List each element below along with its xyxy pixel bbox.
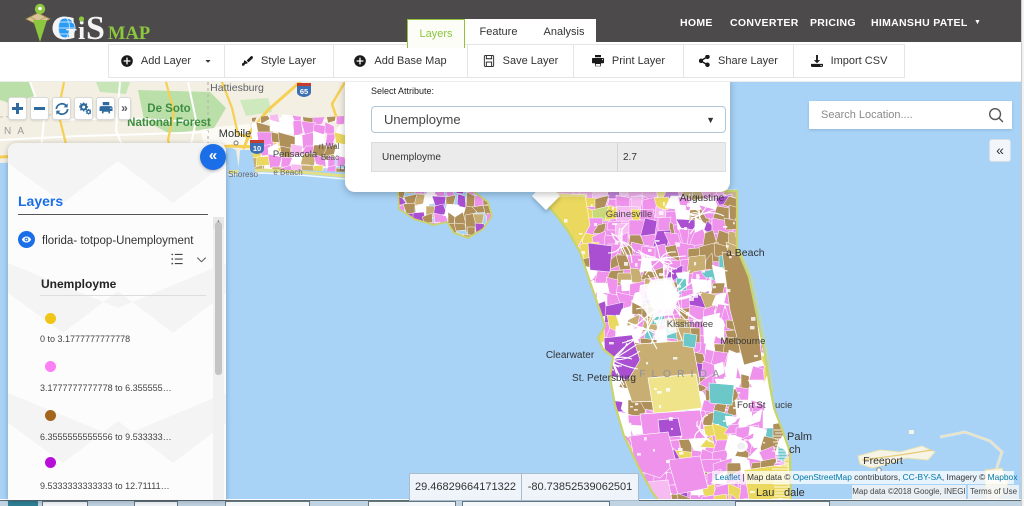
- svg-text:a Beach: a Beach: [726, 247, 765, 259]
- svg-text:Hattiesburg: Hattiesburg: [210, 82, 264, 94]
- svg-text:e Beach: e Beach: [273, 168, 302, 177]
- svg-text:De Soto: De Soto: [147, 103, 190, 115]
- svg-text:Mobile: Mobile: [219, 128, 251, 140]
- svg-text:National Forest: National Forest: [127, 117, 211, 129]
- svg-text:Melbourne: Melbourne: [721, 336, 766, 347]
- svg-text:Palm: Palm: [787, 431, 812, 443]
- svg-text:Shoreso: Shoreso: [228, 170, 258, 179]
- svg-text:Gainesville: Gainesville: [606, 209, 652, 220]
- svg-text:F L O R I D A: F L O R I D A: [639, 368, 721, 380]
- svg-text:Freeport: Freeport: [863, 455, 903, 467]
- svg-text:Lau: Lau: [756, 487, 774, 499]
- svg-text:rt Wal: rt Wal: [319, 142, 340, 151]
- svg-text:St. Petersburg: St. Petersburg: [572, 373, 636, 384]
- svg-text:Pensacola: Pensacola: [273, 149, 318, 160]
- svg-text:Fort St: Fort St: [737, 400, 766, 411]
- svg-text:ch: ch: [789, 444, 801, 456]
- svg-text:ucie: ucie: [775, 400, 792, 411]
- svg-text:Clearwater: Clearwater: [546, 350, 595, 361]
- svg-text:Kissimmee: Kissimmee: [667, 319, 713, 330]
- svg-text:10: 10: [253, 144, 261, 153]
- svg-text:65: 65: [300, 87, 308, 96]
- svg-text:Beac: Beac: [321, 153, 339, 162]
- svg-text:Augustine: Augustine: [680, 193, 725, 204]
- svg-text:N A: N A: [4, 126, 26, 137]
- svg-text:dale: dale: [784, 487, 805, 499]
